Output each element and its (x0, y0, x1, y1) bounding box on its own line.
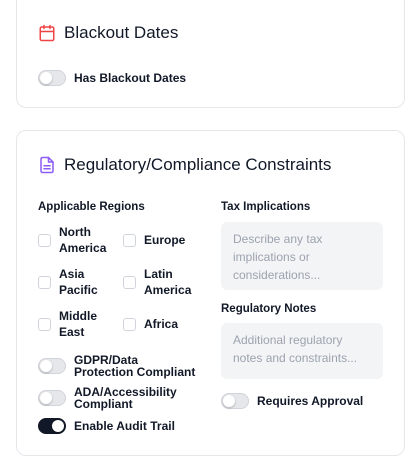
audit-trail-switch[interactable] (38, 418, 66, 434)
ada-toggle-row[interactable]: ADA/Accessibility Compliant (38, 386, 177, 410)
region-north-america-checkbox[interactable] (38, 233, 51, 247)
region-label: Europe (144, 233, 186, 247)
tax-implications-label: Tax Implications (221, 201, 311, 213)
region-label: Africa (144, 317, 179, 331)
region-label: North America (59, 225, 107, 255)
gdpr-switch[interactable] (38, 358, 66, 374)
region-africa-checkbox[interactable] (123, 317, 136, 331)
audit-trail-label: Enable Audit Trail (74, 419, 175, 433)
calendar-icon (38, 24, 56, 42)
region-africa[interactable]: Africa (123, 316, 178, 332)
region-latin-america[interactable]: Latin America (123, 266, 191, 298)
region-europe[interactable]: Europe (123, 232, 185, 248)
regulatory-title: Regulatory/Compliance Constraints (38, 155, 331, 175)
requires-approval-toggle-row[interactable]: Requires Approval (221, 393, 363, 409)
region-north-america[interactable]: North America (38, 224, 106, 256)
region-asia-pacific-checkbox[interactable] (38, 275, 51, 289)
region-label: Asia Pacific (59, 267, 98, 297)
regulatory-title-text: Regulatory/Compliance Constraints (64, 155, 332, 174)
has-blackout-dates-toggle-row[interactable]: Has Blackout Dates (38, 70, 186, 86)
regulatory-notes-textarea[interactable]: Additional regulatory notes and constrain… (221, 323, 383, 379)
has-blackout-dates-label: Has Blackout Dates (74, 71, 187, 85)
region-label: Middle East (59, 309, 97, 339)
ada-switch[interactable] (38, 390, 66, 406)
regulatory-notes-label: Regulatory Notes (221, 303, 317, 315)
blackout-dates-title: Blackout Dates (38, 23, 178, 43)
regulatory-compliance-card: Regulatory/Compliance Constraints Applic… (16, 130, 405, 456)
blackout-dates-card: Blackout Dates Has Blackout Dates (16, 0, 405, 108)
region-label: Latin America (144, 267, 192, 297)
gdpr-label: GDPR/Data Protection Compliant (74, 353, 196, 379)
ada-label: ADA/Accessibility Compliant (74, 385, 177, 411)
audit-trail-toggle-row[interactable]: Enable Audit Trail (38, 418, 175, 434)
requires-approval-label: Requires Approval (257, 394, 364, 408)
region-asia-pacific[interactable]: Asia Pacific (38, 266, 98, 298)
region-europe-checkbox[interactable] (123, 233, 136, 247)
document-icon (38, 156, 56, 174)
tax-implications-textarea[interactable]: Describe any tax implications or considera… (221, 222, 383, 290)
gdpr-toggle-row[interactable]: GDPR/Data Protection Compliant (38, 354, 195, 378)
region-middle-east[interactable]: Middle East (38, 308, 97, 340)
applicable-regions-label: Applicable Regions (38, 201, 145, 213)
has-blackout-dates-switch[interactable] (38, 70, 66, 86)
region-latin-america-checkbox[interactable] (123, 275, 136, 289)
requires-approval-switch[interactable] (221, 393, 249, 409)
blackout-dates-title-text: Blackout Dates (64, 23, 179, 42)
region-middle-east-checkbox[interactable] (38, 317, 51, 331)
